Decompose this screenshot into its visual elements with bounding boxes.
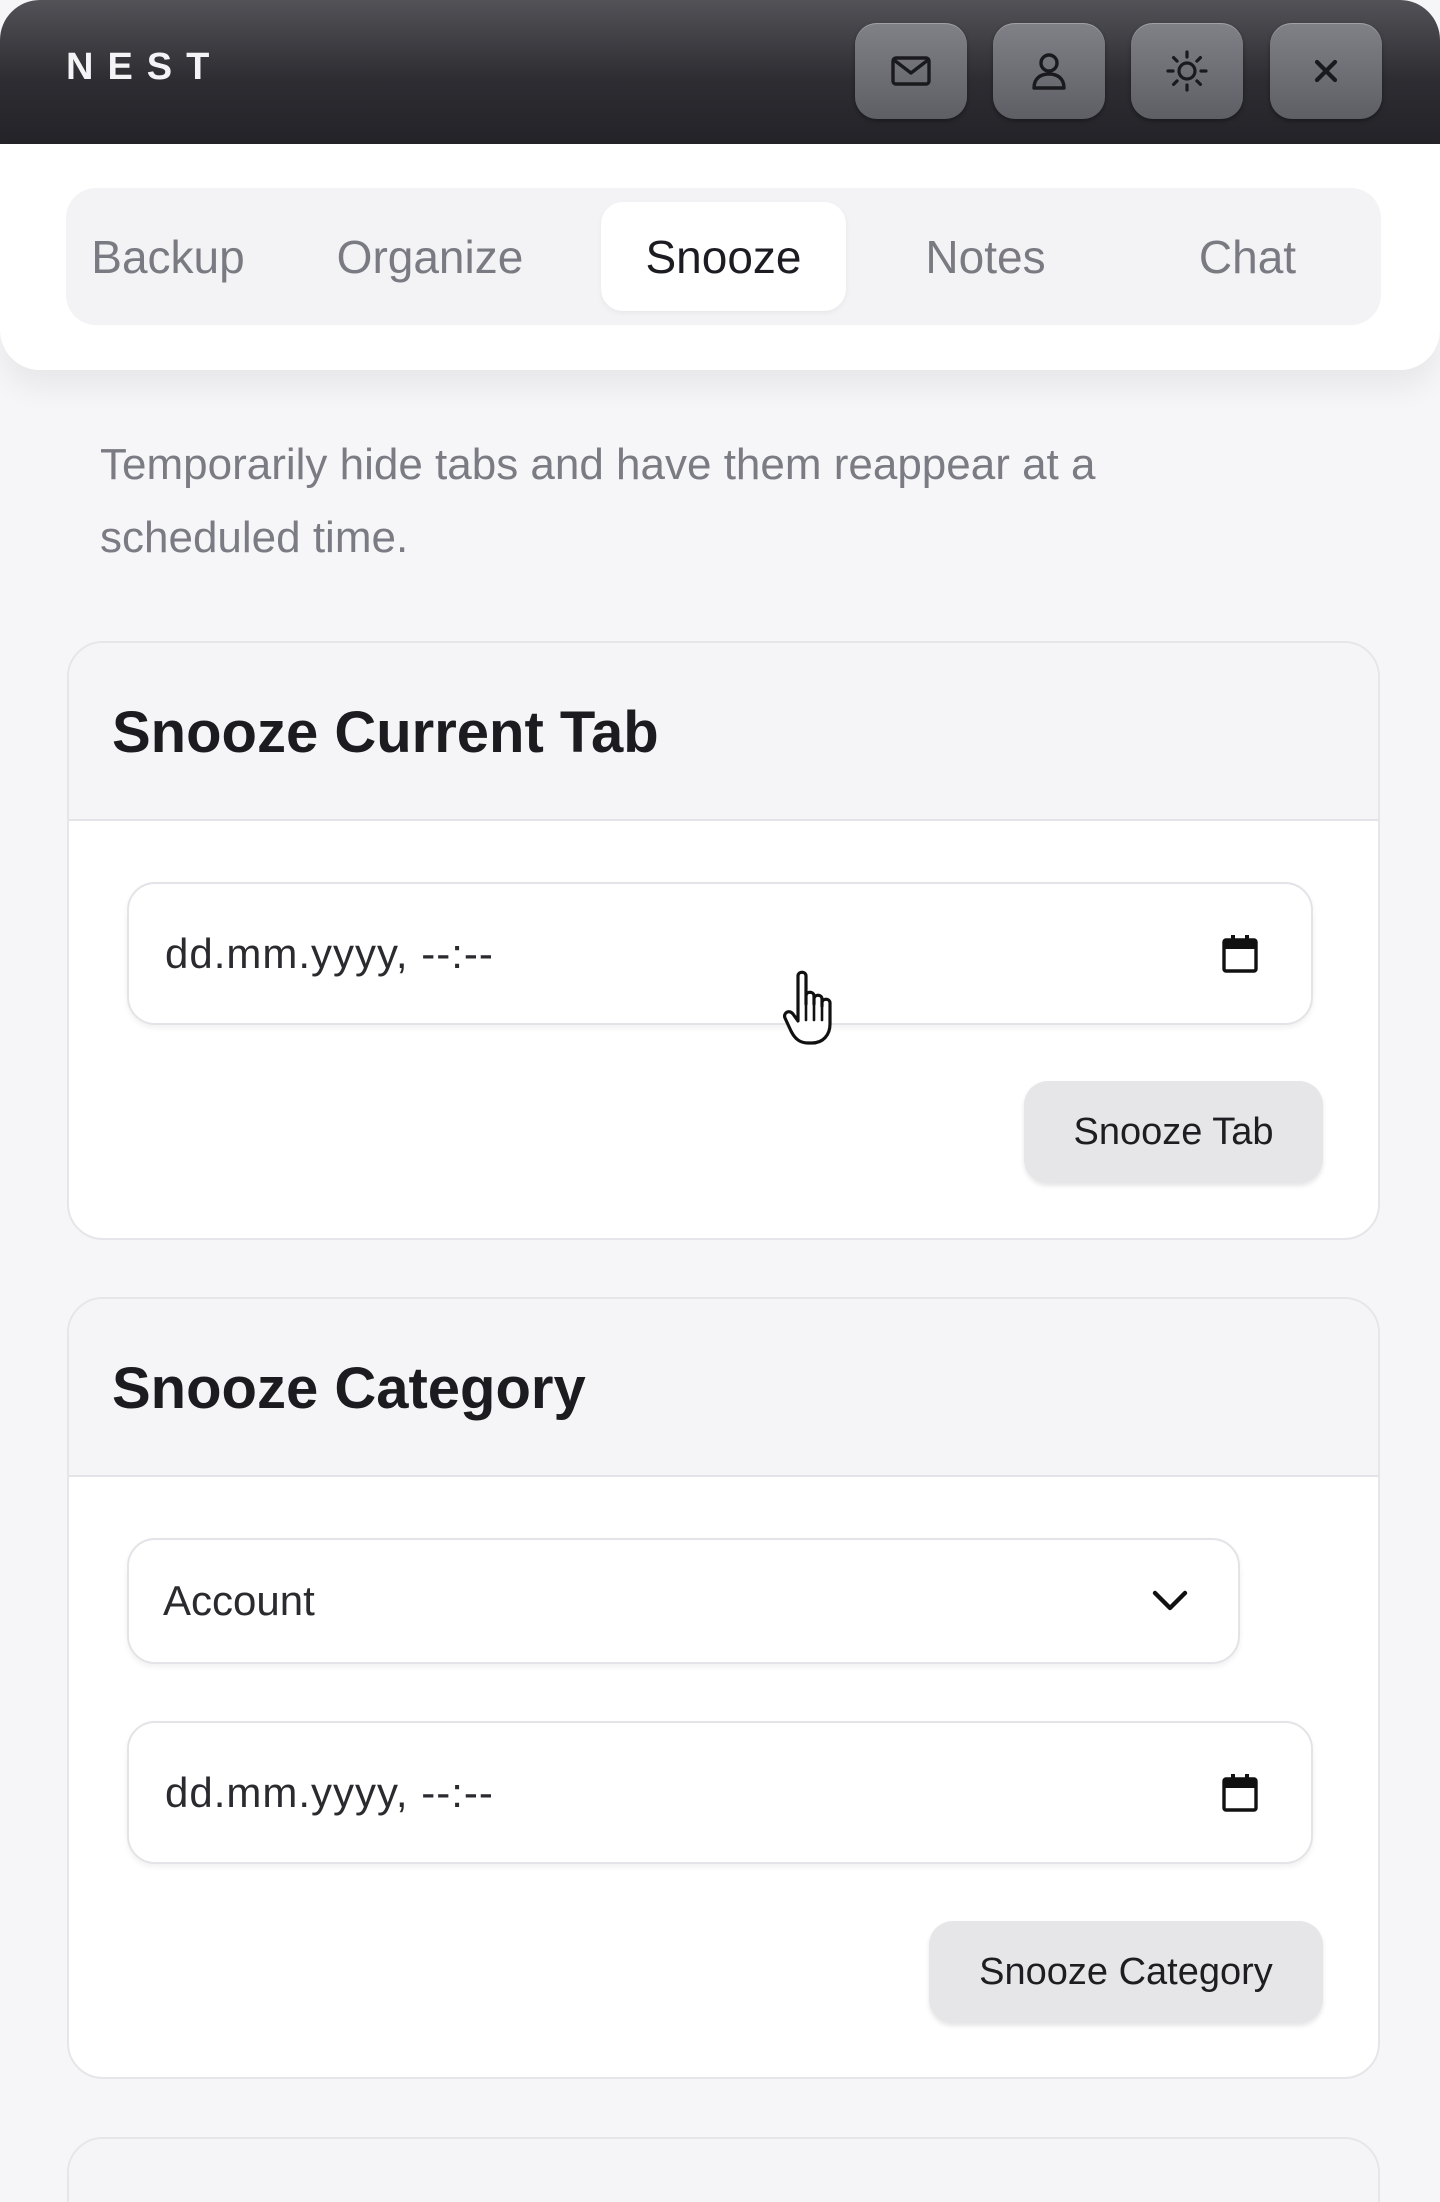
calendar-icon[interactable] xyxy=(1221,934,1259,974)
brand-logo: NEST xyxy=(66,46,224,88)
tab-organize[interactable]: Organize xyxy=(330,202,530,311)
user-icon xyxy=(1032,53,1066,90)
sun-icon xyxy=(1166,50,1208,92)
card-header: Snooze Category xyxy=(69,1299,1378,1477)
datetime-input[interactable]: dd.mm.yyyy, --:-- xyxy=(127,1721,1313,1864)
close-icon xyxy=(1314,59,1338,83)
datetime-placeholder: dd.mm.yyyy, --:-- xyxy=(165,1768,494,1816)
next-card xyxy=(67,2137,1380,2202)
card-title: Snooze Category xyxy=(112,1356,586,1421)
chevron-down-icon xyxy=(1152,1590,1188,1611)
card-header xyxy=(69,2139,1378,2202)
hand-cursor-icon xyxy=(783,970,832,1045)
datetime-placeholder: dd.mm.yyyy, --:-- xyxy=(165,929,494,977)
mail-icon xyxy=(891,56,931,86)
card-title: Snooze Current Tab xyxy=(112,700,659,765)
snooze-tab-card: Snooze Current Tab dd.mm.yyyy, --:-- Sno… xyxy=(67,641,1380,1240)
snooze-category-card: Snooze Category Account dd.mm.yyyy, --:-… xyxy=(67,1297,1380,2079)
snooze-tab-button[interactable]: Snooze Tab xyxy=(1024,1081,1323,1183)
theme-toggle-button[interactable] xyxy=(1131,23,1243,119)
mail-button[interactable] xyxy=(855,23,967,119)
close-button[interactable] xyxy=(1270,23,1382,119)
tab-snooze[interactable]: Snooze xyxy=(601,202,846,311)
category-select[interactable]: Account xyxy=(127,1538,1240,1664)
datetime-input[interactable]: dd.mm.yyyy, --:-- xyxy=(127,882,1313,1025)
account-button[interactable] xyxy=(993,23,1105,119)
tabs-panel: Backup Organize Snooze Notes Chat xyxy=(0,144,1440,370)
card-header: Snooze Current Tab xyxy=(69,643,1378,821)
app-header: NEST xyxy=(0,0,1440,144)
category-selected-value: Account xyxy=(163,1577,315,1624)
calendar-icon[interactable] xyxy=(1221,1773,1259,1813)
tab-notes[interactable]: Notes xyxy=(864,202,1107,311)
tab-chat[interactable]: Chat xyxy=(1125,202,1370,311)
snooze-panel: NEST Backup Organize Snooze Notes Chat T… xyxy=(0,0,1440,2202)
tab-bar: Backup Organize Snooze Notes Chat xyxy=(66,188,1381,325)
page-description: Temporarily hide tabs and have them reap… xyxy=(100,440,1096,562)
tab-backup[interactable]: Backup xyxy=(70,202,266,311)
snooze-category-button[interactable]: Snooze Category xyxy=(929,1921,1323,2023)
